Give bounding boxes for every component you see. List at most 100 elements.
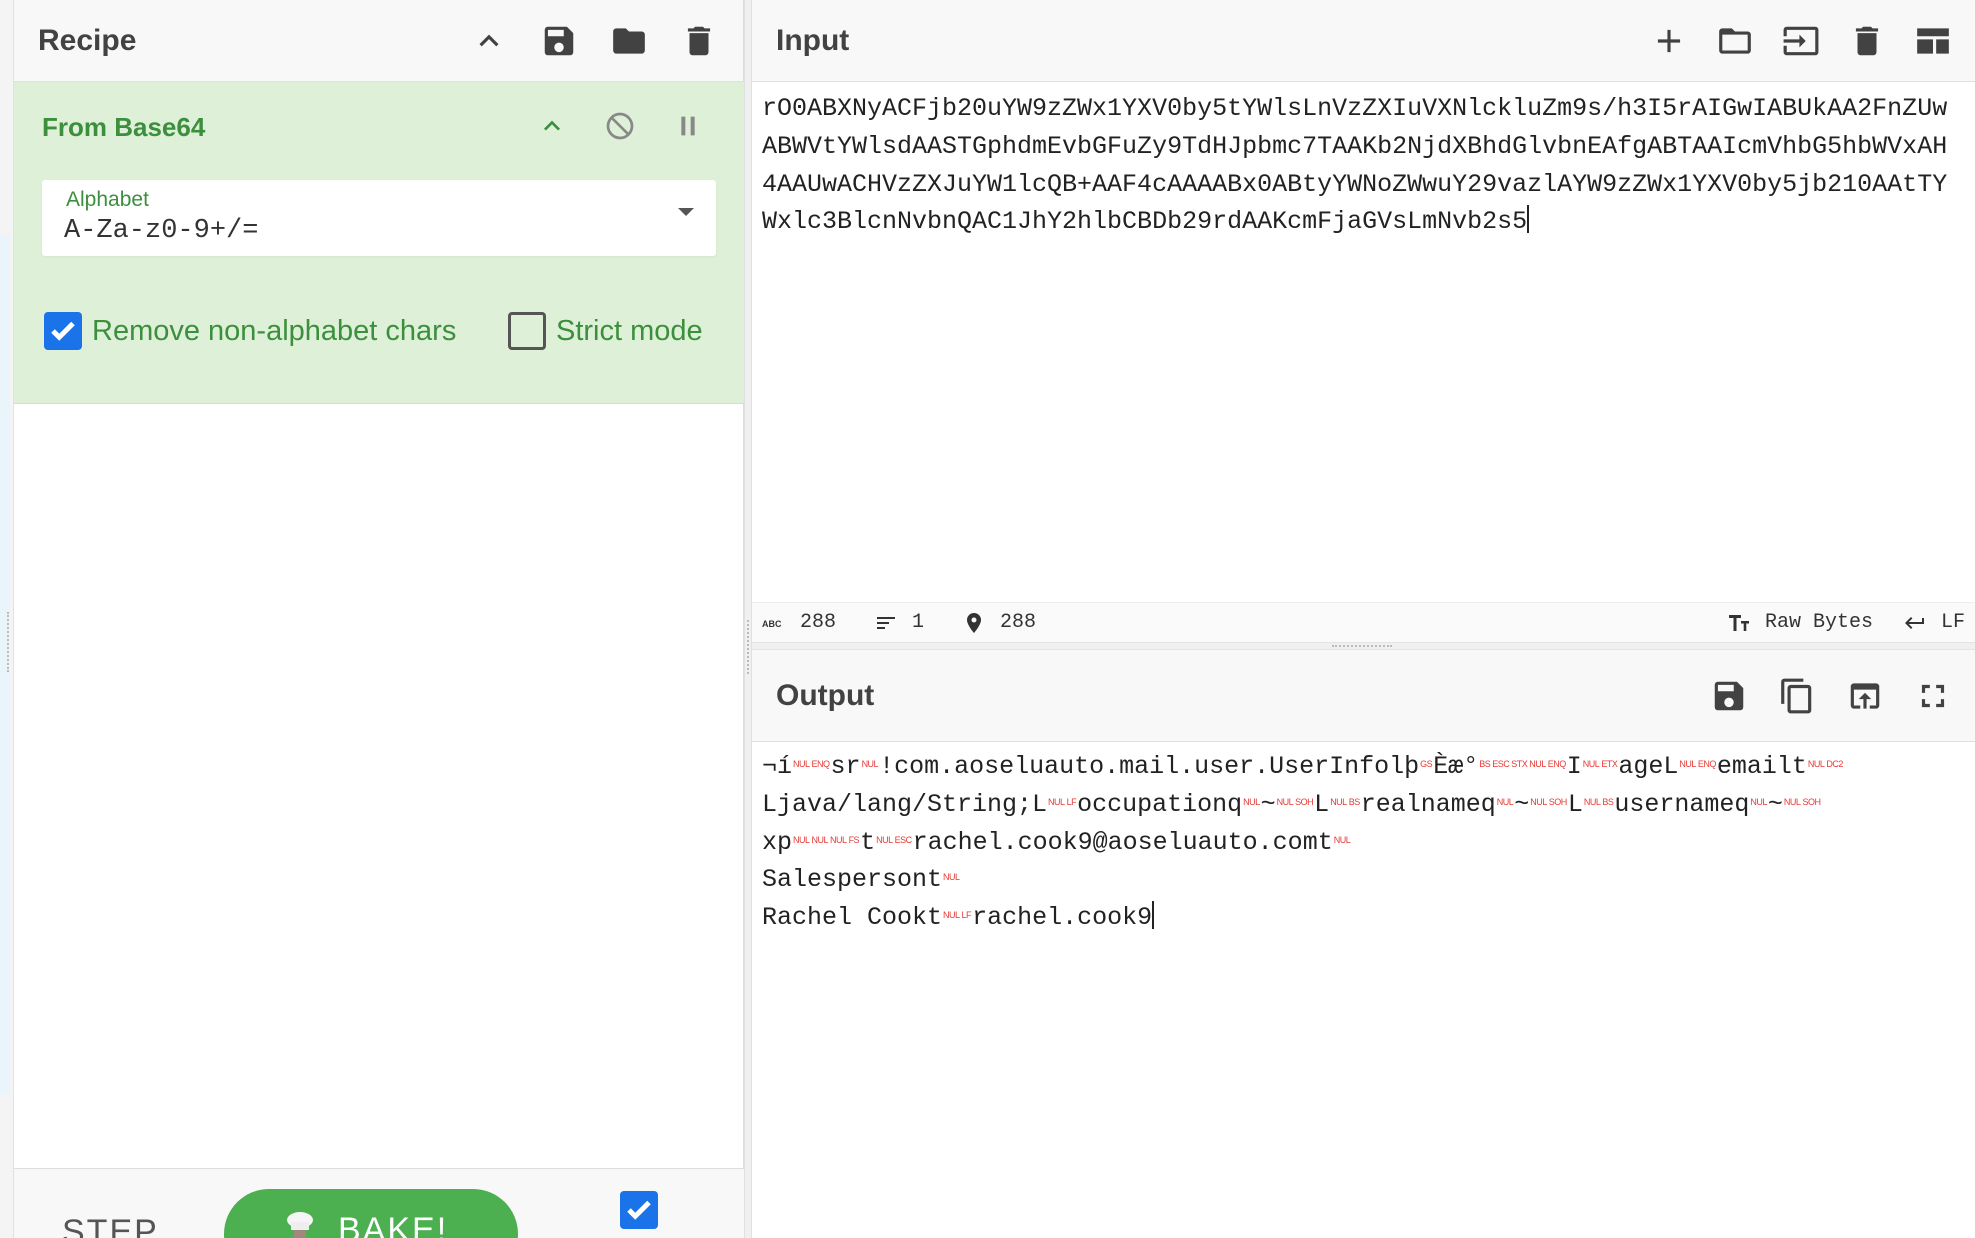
dropdown-caret-icon[interactable] <box>678 208 694 216</box>
control-char-glyph: DC2 <box>1826 759 1843 769</box>
alphabet-select[interactable]: Alphabet A-Za-z0-9+/= <box>42 180 716 256</box>
control-char-glyph: NUL <box>876 834 893 845</box>
control-char-glyph: FS <box>848 834 860 845</box>
abc-icon: ABC <box>762 619 782 629</box>
text-cursor <box>1527 205 1530 234</box>
control-char-glyph: NUL <box>1496 796 1514 807</box>
control-char-glyph: NUL <box>1582 759 1600 769</box>
input-eol-value[interactable]: LF <box>1941 611 1965 634</box>
output-text-run: I <box>1566 752 1582 781</box>
input-encoding-selector[interactable]: Raw Bytes <box>1727 611 1873 635</box>
input-position-stat: 288 <box>962 611 1036 635</box>
control-char-glyph: SOH <box>1295 796 1314 807</box>
add-tab-icon[interactable] <box>1649 21 1689 61</box>
save-output-icon[interactable] <box>1709 676 1749 716</box>
reset-layout-icon[interactable] <box>1913 21 1953 61</box>
clear-input-icon[interactable] <box>1847 21 1887 61</box>
output-text-run: Rachel Cookt <box>762 903 943 933</box>
control-char-glyph: NUL <box>1679 759 1696 769</box>
output-line: ¬íNUL ENQsrNUL!com.aoseluauto.mail.user.U… <box>762 748 1962 786</box>
output-text-run: t <box>860 827 876 857</box>
control-char-glyph: NUL <box>793 759 810 769</box>
strict-mode-label[interactable]: Strict mode <box>556 315 703 348</box>
output-text-run: ~ <box>1260 789 1276 819</box>
open-folder-icon[interactable] <box>1715 21 1755 61</box>
auto-bake-checkbox[interactable] <box>620 1191 658 1229</box>
replace-input-with-output-icon[interactable] <box>1845 676 1885 716</box>
control-char-glyph: NUL <box>1276 796 1294 807</box>
control-char-glyph: NUL <box>1529 759 1546 769</box>
divider-grip[interactable] <box>747 620 749 674</box>
bake-button[interactable]: BAKE! <box>224 1189 518 1238</box>
control-char-glyph: SOH <box>1802 796 1821 807</box>
remove-non-alphabet-label[interactable]: Remove non-alphabet chars <box>92 315 456 348</box>
output-text-run: rachel.cook9 <box>972 903 1153 933</box>
control-char-glyph: NUL <box>1243 796 1260 807</box>
control-char-glyph: BS <box>1602 796 1614 807</box>
alphabet-value[interactable]: A-Za-z0-9+/= <box>64 216 258 246</box>
bake-label: BAKE! <box>338 1211 449 1238</box>
collapse-operation-icon[interactable] <box>532 106 572 146</box>
open-file-input-icon[interactable] <box>1781 21 1821 61</box>
maximise-output-icon[interactable] <box>1913 676 1953 716</box>
output-text-run: ageL <box>1618 752 1679 781</box>
copy-output-icon[interactable] <box>1777 676 1817 716</box>
output-text-run: emailt <box>1716 752 1807 781</box>
control-char-glyph: BS <box>1348 796 1361 807</box>
control-char-glyph: NUL <box>861 759 879 769</box>
return-arrow-icon <box>1904 616 1924 629</box>
control-char-glyph: NUL <box>943 910 960 921</box>
panel-resize-divider[interactable] <box>744 0 752 1238</box>
remove-non-alphabet-checkbox[interactable] <box>44 312 82 350</box>
input-textarea[interactable]: rO0ABXNyACFjb20uYW9zZWx1YXV0by5tYWlsLnVz… <box>762 90 1962 241</box>
control-char-glyph: SOH <box>1548 796 1568 807</box>
pause-breakpoint-icon[interactable] <box>668 106 708 146</box>
step-button[interactable]: STEP <box>62 1213 159 1238</box>
output-line: Ljava/lang/String;LNUL LFoccupationqNUL~N… <box>762 786 1962 824</box>
strict-mode-checkbox[interactable] <box>508 312 546 350</box>
clear-recipe-icon[interactable] <box>679 21 719 61</box>
collapse-all-icon[interactable] <box>469 21 509 61</box>
control-char-glyph: LF <box>961 910 972 921</box>
output-text-run: xp <box>762 827 793 857</box>
recipe-title: Recipe <box>38 23 137 57</box>
output-text-run: realnameq <box>1360 789 1496 819</box>
control-char-glyph: NUL <box>943 872 960 883</box>
control-char-glyph: ENQ <box>811 759 831 769</box>
control-char-glyph: NUL <box>793 834 810 845</box>
control-char-glyph: NUL <box>1333 834 1351 845</box>
control-char-glyph: LF <box>1066 796 1077 807</box>
output-textarea[interactable]: ¬íNUL ENQsrNUL!com.aoseluauto.mail.user.U… <box>762 748 1962 937</box>
control-char-glyph: STX <box>1511 759 1528 769</box>
load-recipe-icon[interactable] <box>609 21 649 61</box>
control-char-glyph: BS <box>1479 759 1491 769</box>
input-encoding-value[interactable]: Raw Bytes <box>1765 611 1873 634</box>
input-status-bar: ABC 288 1 288 Raw Bytes LF <box>752 602 1975 642</box>
recipe-panel: Recipe From Base64 Alphabet A-Za-z0-9+/=… <box>14 0 744 1238</box>
control-char-glyph: NUL <box>811 834 829 845</box>
output-text-run: ~ <box>1514 789 1530 819</box>
input-text-content[interactable]: rO0ABXNyACFjb20uYW9zZWx1YXV0by5tYWlsLnVz… <box>762 94 1947 236</box>
save-recipe-icon[interactable] <box>539 21 579 61</box>
input-eol-selector[interactable]: LF <box>1903 611 1965 635</box>
strict-mode-option[interactable]: Strict mode <box>508 312 703 350</box>
io-resize-divider[interactable] <box>752 642 1975 650</box>
control-char-glyph: NUL <box>830 834 847 845</box>
output-text-run: ~ <box>1767 789 1783 819</box>
recipe-header: Recipe <box>14 0 743 82</box>
chef-hat-icon <box>287 1212 313 1238</box>
remove-non-alphabet-option[interactable]: Remove non-alphabet chars <box>44 312 456 350</box>
control-char-glyph: NUL <box>1048 796 1065 807</box>
disable-operation-icon[interactable] <box>600 106 640 146</box>
svg-text:ABC: ABC <box>762 619 782 629</box>
sidebar-resize-handle[interactable] <box>7 612 11 672</box>
input-length-value: 288 <box>800 611 837 634</box>
output-line: SalespersontNUL <box>762 861 1962 899</box>
text-cursor <box>1152 901 1155 930</box>
output-line: Rachel CooktNUL LFrachel.cook9 <box>762 899 1962 937</box>
control-char-glyph: NUL <box>1783 796 1801 807</box>
io-divider-grip[interactable] <box>1332 645 1392 647</box>
text-format-icon <box>1728 614 1749 631</box>
output-text-run: Èæ° <box>1433 752 1479 781</box>
input-header: Input <box>752 0 1975 82</box>
